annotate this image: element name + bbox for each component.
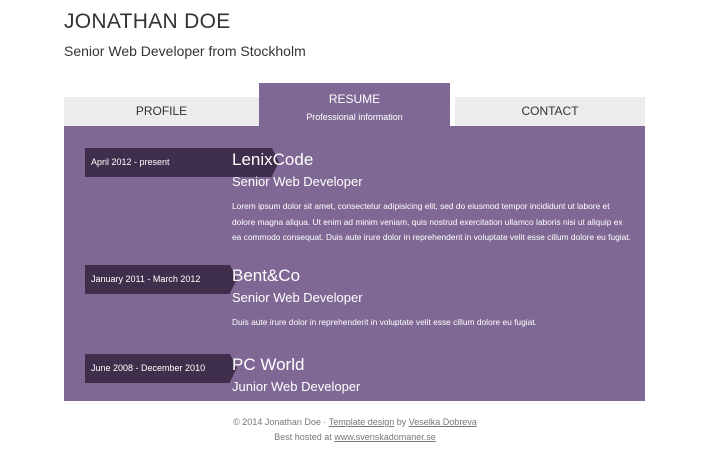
- tab-resume[interactable]: RESUME Professional information: [259, 83, 450, 126]
- company-name: Bent&Co: [232, 266, 301, 285]
- tab-bar: PROFILE RESUME Professional information …: [64, 83, 645, 126]
- footer-by: by: [394, 417, 409, 427]
- date-badge: June 2008 - December 2010: [85, 354, 237, 383]
- job-title: Senior Web Developer: [232, 174, 363, 189]
- host-link[interactable]: www.svenskadomaner.se: [334, 432, 436, 442]
- footer-hosting: Best hosted at www.svenskadomaner.se: [0, 431, 710, 444]
- site-tagline: Senior Web Developer from Stockholm: [64, 43, 306, 59]
- author-link[interactable]: Veselka Dobreva: [409, 417, 477, 427]
- resume-page: JONATHAN DOE Senior Web Developer from S…: [0, 0, 710, 453]
- tab-contact-label: CONTACT: [521, 104, 579, 118]
- footer-hosted-prefix: Best hosted at: [274, 432, 335, 442]
- tab-resume-subtitle: Professional information: [306, 112, 403, 122]
- footer-copyright: © 2014 Jonathan Doe ·: [233, 417, 329, 427]
- tab-profile-label: PROFILE: [135, 104, 188, 118]
- company-name: LenixCode: [232, 150, 314, 169]
- job-title: Senior Web Developer: [232, 290, 363, 305]
- company-name: PC World: [232, 355, 305, 374]
- tab-resume-label: RESUME: [328, 92, 381, 106]
- template-design-link[interactable]: Template design: [329, 417, 395, 427]
- job-title: Junior Web Developer: [232, 379, 361, 394]
- tab-profile[interactable]: PROFILE: [64, 97, 259, 126]
- job-description: Duis aute irure dolor in reprehenderit i…: [232, 317, 537, 327]
- date-badge: January 2011 - March 2012: [85, 265, 237, 294]
- footer-credits: © 2014 Jonathan Doe · Template design by…: [0, 416, 710, 429]
- resume-panel: April 2012 - present LenixCode Senior We…: [64, 126, 645, 401]
- site-title: JONATHAN DOE: [64, 10, 231, 33]
- job-description: Lorem ipsum dolor sit amet, consectetur …: [232, 201, 631, 242]
- tab-contact[interactable]: CONTACT: [455, 97, 645, 126]
